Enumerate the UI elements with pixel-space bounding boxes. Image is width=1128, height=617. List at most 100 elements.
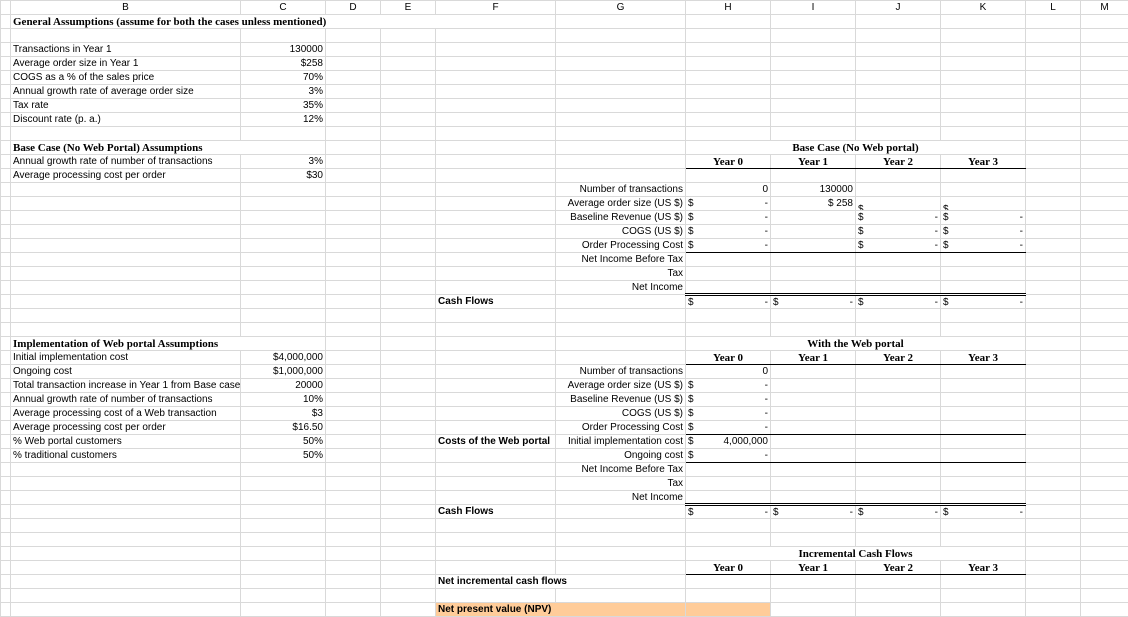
cell[interactable]: Total transaction increase in Year 1 fro… xyxy=(11,379,241,393)
cell[interactable]: - xyxy=(686,449,771,463)
cell[interactable] xyxy=(436,169,556,183)
cell[interactable] xyxy=(771,519,856,533)
cell[interactable]: COGS (US $) xyxy=(556,407,686,421)
cell[interactable] xyxy=(686,309,771,323)
cell[interactable] xyxy=(436,85,556,99)
cell[interactable]: - xyxy=(941,239,1026,253)
cell[interactable] xyxy=(771,407,856,421)
cell[interactable]: $1,000,000 xyxy=(241,365,326,379)
cell[interactable] xyxy=(381,225,436,239)
cell[interactable] xyxy=(326,239,381,253)
cell[interactable]: Number of transactions xyxy=(556,365,686,379)
cell[interactable] xyxy=(856,533,941,547)
cell[interactable] xyxy=(436,43,556,57)
cell[interactable]: Number of transactions xyxy=(556,183,686,197)
cell[interactable]: 50% xyxy=(241,449,326,463)
cell[interactable] xyxy=(436,547,556,561)
cell[interactable] xyxy=(1081,365,1128,379)
cell[interactable]: Net Income Before Tax xyxy=(556,253,686,267)
cell[interactable] xyxy=(856,29,941,43)
cell[interactable] xyxy=(1,113,11,127)
cell[interactable] xyxy=(1,169,11,183)
cell[interactable] xyxy=(1026,421,1081,435)
cell[interactable] xyxy=(11,127,241,141)
cell[interactable] xyxy=(1026,575,1081,589)
cell[interactable] xyxy=(241,589,326,603)
cell[interactable] xyxy=(1081,561,1128,575)
cell[interactable] xyxy=(326,575,381,589)
cell[interactable] xyxy=(556,99,686,113)
cell[interactable] xyxy=(1,309,11,323)
cell[interactable] xyxy=(1,561,11,575)
cell[interactable] xyxy=(771,393,856,407)
cell[interactable] xyxy=(326,71,381,85)
cell[interactable] xyxy=(686,267,771,281)
cell[interactable] xyxy=(11,239,241,253)
cell[interactable] xyxy=(1081,71,1128,85)
cell[interactable] xyxy=(326,211,381,225)
cell[interactable] xyxy=(1,491,11,505)
cell[interactable] xyxy=(381,491,436,505)
cell[interactable] xyxy=(856,589,941,603)
cell[interactable] xyxy=(856,407,941,421)
cell[interactable] xyxy=(1081,505,1128,519)
cell[interactable] xyxy=(436,197,556,211)
cell[interactable] xyxy=(326,547,381,561)
cell[interactable] xyxy=(686,323,771,337)
cell[interactable] xyxy=(856,169,941,183)
cell[interactable] xyxy=(1,225,11,239)
cell[interactable] xyxy=(1081,141,1128,155)
cell[interactable] xyxy=(771,15,856,29)
col-header[interactable]: H xyxy=(686,1,771,15)
cell[interactable]: - xyxy=(686,295,771,309)
cell[interactable] xyxy=(11,491,241,505)
cell[interactable] xyxy=(381,407,436,421)
cell[interactable] xyxy=(436,113,556,127)
cell[interactable]: $ 258 xyxy=(771,197,856,211)
cell[interactable] xyxy=(326,127,381,141)
cell[interactable]: COGS (US $) xyxy=(556,225,686,239)
cell[interactable] xyxy=(436,463,556,477)
cell[interactable] xyxy=(326,477,381,491)
cell[interactable]: General Assumptions (assume for both the… xyxy=(11,15,556,29)
cell[interactable]: $4,000,000 xyxy=(241,351,326,365)
cell[interactable] xyxy=(381,603,436,617)
cell[interactable] xyxy=(326,169,381,183)
cell[interactable] xyxy=(556,169,686,183)
cell[interactable] xyxy=(1,533,11,547)
cell[interactable]: Year 3 xyxy=(941,561,1026,575)
cell[interactable] xyxy=(556,127,686,141)
cell[interactable] xyxy=(686,463,771,477)
cell[interactable] xyxy=(11,561,241,575)
cell[interactable] xyxy=(1,337,11,351)
cell[interactable] xyxy=(556,71,686,85)
cell[interactable] xyxy=(1081,435,1128,449)
cell[interactable] xyxy=(436,533,556,547)
cell[interactable] xyxy=(771,239,856,253)
cell[interactable]: Initial implementation cost xyxy=(556,435,686,449)
cell[interactable] xyxy=(556,15,686,29)
cell[interactable] xyxy=(326,589,381,603)
cell[interactable]: $16.50 xyxy=(241,421,326,435)
cell[interactable]: - xyxy=(686,421,771,435)
cell[interactable] xyxy=(11,477,241,491)
cell[interactable]: % traditional customers xyxy=(11,449,241,463)
cell[interactable] xyxy=(326,463,381,477)
cell[interactable]: - xyxy=(686,407,771,421)
cell[interactable] xyxy=(856,57,941,71)
cell[interactable] xyxy=(326,561,381,575)
cell[interactable] xyxy=(556,141,686,155)
cell[interactable] xyxy=(1,295,11,309)
cell[interactable]: Annual growth rate of number of transact… xyxy=(11,155,241,169)
col-header[interactable]: C xyxy=(241,1,326,15)
cell[interactable] xyxy=(856,379,941,393)
cell[interactable]: Annual growth rate of number of transact… xyxy=(11,393,241,407)
cell[interactable] xyxy=(1081,183,1128,197)
cell[interactable]: 35% xyxy=(241,99,326,113)
cell[interactable] xyxy=(1081,29,1128,43)
cell[interactable] xyxy=(381,281,436,295)
cell[interactable] xyxy=(11,309,241,323)
cell[interactable] xyxy=(436,393,556,407)
cell[interactable] xyxy=(326,85,381,99)
cell[interactable] xyxy=(1081,393,1128,407)
